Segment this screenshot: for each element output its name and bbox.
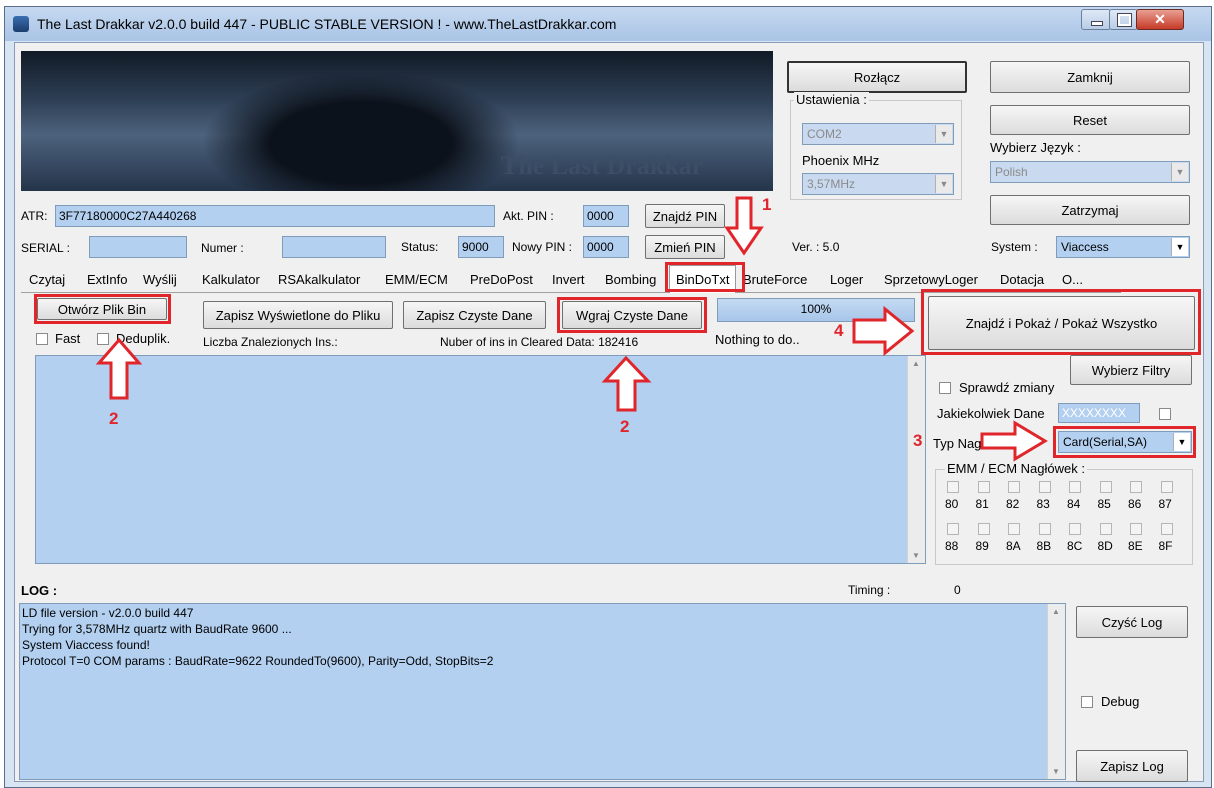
arrow-up-icon bbox=[95, 337, 143, 400]
minimize-icon[interactable] bbox=[1081, 9, 1111, 30]
annotation-number: 1 bbox=[762, 195, 772, 214]
annotation-number: 3 bbox=[913, 431, 923, 450]
annotation-number: 2 bbox=[620, 417, 630, 436]
arrow-down-icon bbox=[724, 196, 764, 256]
window-title: The Last Drakkar v2.0.0 build 447 - PUBL… bbox=[37, 16, 617, 32]
arrow-right-icon bbox=[852, 305, 915, 357]
app-icon bbox=[13, 16, 29, 32]
annotation-number: 4 bbox=[834, 321, 844, 340]
arrow-right-icon bbox=[980, 420, 1048, 462]
annotation-number: 2 bbox=[109, 409, 119, 428]
maximize-icon[interactable] bbox=[1109, 9, 1138, 30]
arrow-up-icon bbox=[601, 355, 652, 412]
annotation-arrows bbox=[95, 196, 1048, 462]
main-window: The Last Drakkar v2.0.0 build 447 - PUBL… bbox=[4, 6, 1212, 788]
client-area: The Last Drakkar Rozłącz Zamknij Ustawie… bbox=[14, 42, 1204, 782]
close-icon[interactable]: ✕ bbox=[1136, 9, 1184, 30]
title-bar[interactable]: The Last Drakkar v2.0.0 build 447 - PUBL… bbox=[5, 7, 1211, 41]
